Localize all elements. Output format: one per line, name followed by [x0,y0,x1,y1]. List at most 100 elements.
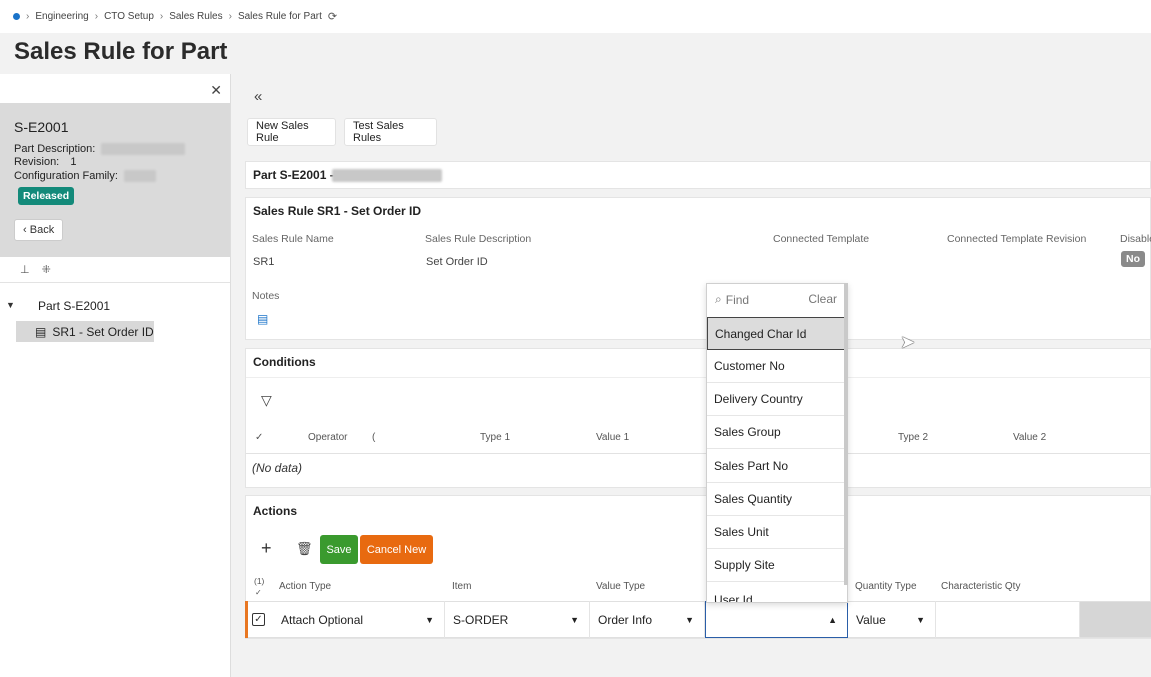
cancel-new-button[interactable]: Cancel New [360,535,433,564]
quantity-type-select[interactable]: Value ▼ [848,601,936,638]
check-all-icon[interactable]: ✓ [255,588,262,597]
dropdown-option[interactable]: Sales Part No [707,450,845,483]
column-item: Item [452,581,472,592]
actions-title: Actions [253,504,298,518]
value-type-value: Order Info [598,612,653,627]
conditions-empty: (No data) [252,461,303,475]
delete-icon[interactable]: 🗑 [296,541,313,557]
new-sales-rule-button[interactable]: New Sales Rule [247,118,336,146]
back-button[interactable]: ‹ Back [14,219,64,241]
sales-rule-panel: Sales Rule SR1 - Set Order ID [245,197,1151,340]
breadcrumb-current: Sales Rule for Part [237,11,322,22]
search-placeholder: Find [725,292,750,307]
column-action-type: Action Type [279,581,332,592]
chevron-right-icon: › [159,11,164,22]
add-icon[interactable]: + [261,538,272,559]
notes-label: Notes [252,290,280,302]
column-quantity-type: Quantity Type [855,581,917,592]
caret-down-icon: ▼ [916,614,925,625]
characteristic-qty-input[interactable] [936,601,1080,638]
sales-rule-description-label: Sales Rule Description [425,233,532,245]
part-description: Part Description: [14,143,186,156]
pin-icon[interactable]: ⊥ [20,263,30,276]
left-panel: ✕ S-E2001 Part Description: Revision: 1 … [0,74,231,677]
chevron-left-icon: ‹ [23,224,27,236]
tree-toolbar: ⊥ ⁜ [0,257,230,283]
breadcrumb-engineering[interactable]: Engineering [35,11,88,22]
revision-label: Revision: [14,156,60,168]
action-type-select[interactable]: Attach Optional ▼ [273,601,445,638]
expand-all-icon[interactable]: ⁜ [42,263,51,276]
test-sales-rules-button[interactable]: Test Sales Rules [344,118,437,146]
refresh-icon[interactable]: ⟳ [328,10,337,23]
sales-rule-name-value: SR1 [253,256,275,268]
breadcrumb-cto-setup[interactable]: CTO Setup [104,11,154,22]
connected-template-label: Connected Template [773,233,870,245]
column-operator: Operator [308,432,348,443]
caret-down-icon: ▼ [570,614,579,625]
dropdown-option[interactable]: Delivery Country [707,383,845,416]
sales-rule-description-value: Set Order ID [426,256,488,268]
dropdown-option[interactable]: User Id [707,583,845,603]
notes-icon[interactable]: ▤ [257,312,269,326]
revision: Revision: 1 [14,156,76,168]
column-value-2: Value 2 [1013,432,1047,443]
column-type-2: Type 2 [898,432,929,443]
check-all-icon[interactable]: ✓ [255,432,263,443]
action-type-value: Attach Optional [281,612,364,627]
dropdown-option[interactable]: Changed Char Id [707,317,845,350]
sales-rule-name-label: Sales Rule Name [252,233,334,245]
part-id: S-E2001 [14,119,69,135]
row-checkbox[interactable]: ✓ [252,613,265,626]
part-description-label: Part Description: [14,143,96,155]
disabled-label: Disable [1120,233,1151,245]
conditions-panel: Conditions [245,348,1151,488]
disabled-badge: No [1121,251,1145,267]
value-type-select[interactable]: Order Info ▼ [590,601,705,638]
redacted-value [124,170,156,183]
part-header: Part S-E2001 - [245,161,1151,189]
tree-child-label: SR1 - Set Order ID [52,324,154,339]
sales-rule-title: Sales Rule SR1 - Set Order ID [253,204,422,218]
column-type-1: Type 1 [480,432,511,443]
chevron-right-icon: › [26,11,30,22]
collapse-icon[interactable]: « [254,88,262,105]
value-select[interactable]: ▲ [705,601,848,638]
dropdown-option[interactable]: Customer No [707,350,845,383]
status-badge: Released [18,187,75,205]
filter-icon[interactable]: ▽ [261,392,272,409]
clear-button[interactable]: Clear [808,292,837,306]
mouse-cursor-icon: ➤ [900,332,916,352]
column-characteristic-qty: Characteristic Qty [941,581,1021,592]
home-icon[interactable] [13,13,20,20]
dropdown-scrollbar[interactable] [844,283,848,585]
dropdown-option[interactable]: Sales Quantity [707,483,845,516]
redacted-value [332,169,442,182]
tree-root[interactable]: Part S-E2001 [38,299,110,313]
quantity-type-value: Value [856,612,886,627]
connected-template-revision-label: Connected Template Revision [947,233,1087,245]
caret-down-icon: ▼ [685,614,694,625]
disabled-cell [1080,602,1151,637]
save-button[interactable]: Save [320,535,358,564]
column-value-type: Value Type [596,581,646,592]
dropdown-option[interactable]: Sales Unit [707,516,845,549]
breadcrumb-sales-rules[interactable]: Sales Rules [169,11,222,22]
close-icon[interactable]: ✕ [210,82,222,99]
column-value-1: Value 1 [596,432,630,443]
top-bar: › Engineering › CTO Setup › Sales Rules … [0,0,1151,33]
breadcrumb: › Engineering › CTO Setup › Sales Rules … [7,8,344,25]
chevron-right-icon: › [228,11,232,22]
part-card: S-E2001 Part Description: Revision: 1 Co… [0,103,230,257]
selected-count: (1) [254,576,265,586]
config-family-label: Configuration Family: [14,170,118,182]
column-open-paren: ( [372,432,376,443]
tree-child-selected[interactable]: ▤ SR1 - Set Order ID [16,321,154,342]
dropdown-option[interactable]: Supply Site [707,549,845,582]
conditions-title: Conditions [253,355,316,369]
revision-value: 1 [70,156,77,168]
caret-up-icon: ▲ [828,614,837,625]
caret-down-icon[interactable]: ▼ [6,300,15,310]
dropdown-option[interactable]: Sales Group [707,416,845,449]
item-select[interactable]: S-ORDER ▼ [445,601,590,638]
